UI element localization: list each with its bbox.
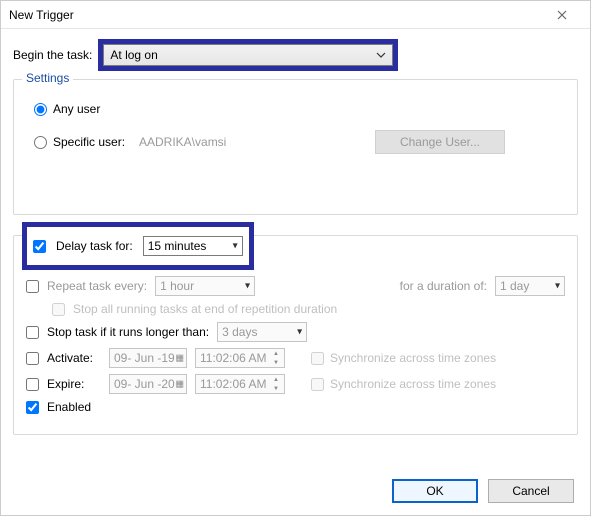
expire-date-value: 09- Jun -20 (114, 377, 175, 391)
change-user-label: Change User... (400, 135, 480, 149)
expire-date-picker: 09- Jun -20 ▦ (109, 374, 187, 394)
any-user-radio[interactable] (34, 103, 47, 116)
duration-value: 1 day (500, 279, 529, 293)
enabled-checkbox[interactable] (26, 401, 39, 414)
expire-sync-label: Synchronize across time zones (330, 377, 496, 391)
stop-repetition-checkbox (52, 303, 65, 316)
settings-group: Settings Any user Specific user: AADRIKA… (13, 79, 578, 215)
repeat-task-select: 1 hour ▾ (155, 276, 255, 296)
expire-time-picker: 11:02:06 AM ▲▼ (195, 374, 285, 394)
stop-repetition-label: Stop all running tasks at end of repetit… (73, 302, 337, 316)
title-bar: New Trigger (1, 1, 590, 29)
activate-time-picker: 11:02:06 AM ▲▼ (195, 348, 285, 368)
repeat-task-value: 1 hour (160, 279, 194, 293)
expire-checkbox[interactable] (26, 378, 39, 391)
chevron-down-icon: ▾ (297, 327, 302, 338)
expire-sync-checkbox (311, 378, 324, 391)
stop-task-row: Stop task if it runs longer than: 3 days… (26, 322, 565, 342)
chevron-down-icon (376, 52, 386, 58)
chevron-down-icon: ▾ (233, 241, 238, 252)
advanced-inner: Repeat task every: 1 hour ▾ for a durati… (26, 276, 565, 414)
specific-user-value: AADRIKA\vamsi (139, 135, 369, 149)
repeat-row: Repeat task every: 1 hour ▾ for a durati… (26, 276, 565, 296)
expire-label: Expire: (47, 377, 101, 391)
stop-repetition-row: Stop all running tasks at end of repetit… (52, 302, 565, 316)
activate-sync-checkbox (311, 352, 324, 365)
chevron-down-icon: ▾ (245, 281, 250, 292)
ok-button-label: OK (426, 484, 443, 498)
begin-task-label: Begin the task: (13, 48, 92, 62)
repeat-task-label: Repeat task every: (47, 279, 147, 293)
expire-time-value: 11:02:06 AM (200, 377, 267, 391)
spinner-icon: ▲▼ (269, 376, 283, 394)
stop-task-select: 3 days ▾ (217, 322, 307, 342)
activate-sync-row: Synchronize across time zones (311, 351, 496, 365)
new-trigger-dialog: New Trigger Begin the task: At log on Se… (0, 0, 591, 516)
enabled-label: Enabled (47, 400, 91, 414)
cancel-button[interactable]: Cancel (488, 479, 574, 503)
expire-row: Expire: 09- Jun -20 ▦ 11:02:06 AM ▲▼ Syn… (26, 374, 565, 394)
any-user-label: Any user (53, 102, 100, 116)
calendar-icon: ▦ (175, 353, 184, 364)
begin-task-select[interactable]: At log on (103, 44, 393, 66)
activate-label: Activate: (47, 351, 101, 365)
repeat-task-checkbox[interactable] (26, 280, 39, 293)
specific-user-row: Specific user: AADRIKA\vamsi Change User… (34, 130, 563, 154)
begin-task-value: At log on (110, 48, 157, 62)
cancel-button-label: Cancel (512, 484, 549, 498)
activate-date-value: 09- Jun -19 (114, 351, 175, 365)
window-title: New Trigger (9, 8, 542, 22)
begin-task-row: Begin the task: At log on (13, 39, 578, 71)
stop-task-value: 3 days (222, 325, 257, 339)
activate-checkbox[interactable] (26, 352, 39, 365)
close-icon[interactable] (542, 5, 582, 25)
settings-legend: Settings (22, 71, 73, 85)
activate-date-picker: 09- Jun -19 ▦ (109, 348, 187, 368)
stop-task-label: Stop task if it runs longer than: (47, 325, 209, 339)
ok-button[interactable]: OK (392, 479, 478, 503)
specific-user-label: Specific user: (53, 135, 133, 149)
activate-row: Activate: 09- Jun -19 ▦ 11:02:06 AM ▲▼ S… (26, 348, 565, 368)
change-user-button: Change User... (375, 130, 505, 154)
dialog-buttons: OK Cancel (392, 479, 574, 503)
delay-task-highlight: Delay task for: 15 minutes ▾ (22, 222, 254, 270)
delay-task-value: 15 minutes (148, 239, 207, 253)
delay-task-checkbox[interactable] (33, 240, 46, 253)
activate-time-value: 11:02:06 AM (200, 351, 267, 365)
any-user-row: Any user (34, 102, 563, 116)
delay-task-label: Delay task for: (56, 239, 133, 253)
duration-label: for a duration of: (400, 279, 487, 293)
enabled-row: Enabled (26, 400, 565, 414)
delay-task-select[interactable]: 15 minutes ▾ (143, 236, 243, 256)
dialog-content: Begin the task: At log on Settings Any u… (1, 29, 590, 445)
advanced-settings-group: Advanced settings Delay task for: 15 min… (13, 235, 578, 435)
specific-user-radio[interactable] (34, 136, 47, 149)
spinner-icon: ▲▼ (269, 350, 283, 368)
chevron-down-icon: ▾ (555, 281, 560, 292)
begin-task-highlight: At log on (98, 39, 398, 71)
activate-sync-label: Synchronize across time zones (330, 351, 496, 365)
calendar-icon: ▦ (175, 379, 184, 390)
duration-select: 1 day ▾ (495, 276, 565, 296)
expire-sync-row: Synchronize across time zones (311, 377, 496, 391)
stop-task-checkbox[interactable] (26, 326, 39, 339)
